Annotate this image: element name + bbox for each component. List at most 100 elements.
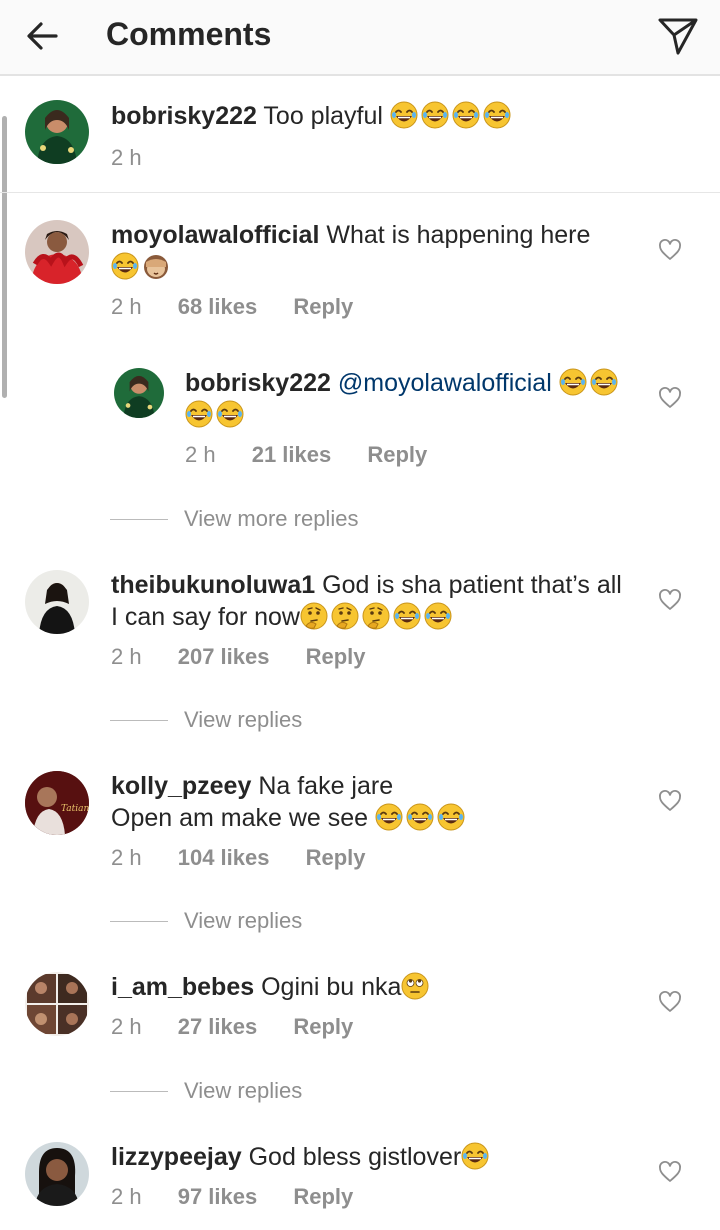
comment-meta: 2 h 21 likes Reply	[185, 441, 457, 469]
back-button[interactable]	[20, 14, 64, 58]
username[interactable]: bobrisky222	[111, 102, 257, 130]
username[interactable]: moyolawalofficial	[111, 221, 319, 249]
heart-icon[interactable]	[658, 386, 682, 410]
username[interactable]: lizzypeejay	[111, 1143, 242, 1171]
comment-body: i_am_bebes Ogini bu nka	[111, 971, 631, 1003]
joy-emoji-icon	[483, 101, 511, 129]
comment-text: What is happening here	[326, 221, 591, 249]
avatar[interactable]: Tatiana	[25, 771, 89, 835]
view-more-replies-label: View more replies	[184, 506, 359, 531]
comment-body: theibukunoluwa1 God is sha patient that’…	[111, 569, 631, 633]
page-title: Comments	[106, 16, 272, 52]
emoji-group	[300, 602, 455, 631]
heart-icon[interactable]	[658, 789, 682, 813]
avatar[interactable]	[25, 100, 89, 164]
joy-emoji-icon	[111, 252, 139, 280]
header-bar: Comments	[0, 0, 720, 76]
reply-button[interactable]: Reply	[293, 1014, 353, 1039]
reply-body: bobrisky222 @moyolawalofficial	[185, 367, 625, 431]
likes-count[interactable]: 207 likes	[178, 644, 270, 669]
timestamp: 2 h	[185, 442, 216, 467]
reply-button[interactable]: Reply	[367, 442, 427, 467]
likes-count[interactable]: 97 likes	[178, 1184, 258, 1209]
comment-meta: 2 h	[111, 144, 172, 172]
send-icon	[658, 18, 698, 55]
emoji-group	[390, 101, 514, 130]
username[interactable]: i_am_bebes	[111, 973, 254, 1001]
username[interactable]: bobrisky222	[185, 369, 331, 397]
avatar[interactable]	[114, 368, 164, 418]
comment-text: God bless gistlover	[248, 1143, 462, 1171]
comments-screen: Comments bobrisky222 Too playful 2 h moy…	[0, 0, 720, 1230]
likes-count[interactable]: 68 likes	[178, 294, 258, 319]
timestamp: 2 h	[111, 145, 142, 170]
comment-meta: 2 h 104 likes Reply	[111, 844, 396, 872]
joy-emoji-icon	[216, 400, 244, 428]
comment-text: Ogini bu nka	[261, 973, 402, 1001]
joy-emoji-icon	[437, 803, 465, 831]
comment-body: kolly_pzeey Na fake jare Open am make we…	[111, 770, 631, 834]
joy-emoji-icon	[406, 803, 434, 831]
thinking-emoji-icon	[300, 602, 328, 630]
joy-emoji-icon	[452, 101, 480, 129]
view-replies-button[interactable]: View replies	[110, 1076, 302, 1106]
view-replies-button[interactable]: View replies	[110, 705, 302, 735]
joy-emoji-icon	[393, 602, 421, 630]
timestamp: 2 h	[111, 1184, 142, 1209]
mention-link[interactable]: @moyolawalofficial	[338, 369, 552, 397]
svg-text:Tatiana: Tatiana	[61, 804, 89, 814]
view-replies-label: View replies	[184, 707, 303, 732]
reply-button[interactable]: Reply	[293, 1184, 353, 1209]
heart-icon[interactable]	[658, 1160, 682, 1184]
joy-emoji-icon	[421, 101, 449, 129]
likes-count[interactable]: 27 likes	[178, 1014, 258, 1039]
joy-emoji-icon	[461, 1142, 489, 1170]
see-no-evil-emoji-icon	[144, 255, 168, 279]
avatar[interactable]	[25, 570, 89, 634]
thinking-emoji-icon	[362, 602, 390, 630]
view-replies-button[interactable]: View replies	[110, 906, 302, 936]
emoji-group	[375, 803, 468, 832]
username[interactable]: kolly_pzeey	[111, 772, 251, 800]
reply-button[interactable]: Reply	[293, 294, 353, 319]
divider	[110, 1090, 168, 1092]
username[interactable]: theibukunoluwa1	[111, 571, 315, 599]
comment-text-line2: Open am make we see	[111, 804, 369, 832]
divider	[110, 719, 168, 721]
joy-emoji-icon	[590, 368, 618, 396]
arrow-left-icon	[27, 22, 58, 50]
joy-emoji-icon	[390, 101, 418, 129]
comment-meta: 2 h 207 likes Reply	[111, 643, 396, 671]
caption-body: bobrisky222 Too playful	[111, 100, 514, 132]
thinking-emoji-icon	[331, 602, 359, 630]
likes-count[interactable]: 21 likes	[252, 442, 332, 467]
timestamp: 2 h	[111, 644, 142, 669]
share-button[interactable]	[654, 12, 702, 60]
timestamp: 2 h	[111, 1014, 142, 1039]
comment-meta: 2 h 97 likes Reply	[111, 1183, 383, 1211]
divider	[110, 518, 168, 520]
joy-emoji-icon	[424, 602, 452, 630]
comment-body: moyolawalofficial What is happening here	[111, 219, 631, 283]
comment-body: lizzypeejay God bless gistlover	[111, 1141, 631, 1173]
joy-emoji-icon	[375, 803, 403, 831]
likes-count[interactable]: 104 likes	[178, 845, 270, 870]
heart-icon[interactable]	[658, 588, 682, 612]
view-more-replies-button[interactable]: View more replies	[110, 504, 358, 534]
reply-button[interactable]: Reply	[306, 845, 366, 870]
divider	[110, 920, 168, 922]
heart-icon[interactable]	[658, 238, 682, 262]
view-replies-label: View replies	[184, 1078, 303, 1103]
avatar[interactable]	[25, 972, 89, 1036]
reply-button[interactable]: Reply	[306, 644, 366, 669]
emoji-group	[461, 1142, 492, 1171]
comment-text: Na fake jare	[258, 772, 394, 800]
emoji-group	[111, 252, 173, 281]
comment-meta: 2 h 27 likes Reply	[111, 1013, 383, 1041]
avatar[interactable]	[25, 220, 89, 284]
timestamp: 2 h	[111, 845, 142, 870]
avatar[interactable]	[25, 1142, 89, 1206]
heart-icon[interactable]	[658, 990, 682, 1014]
joy-emoji-icon	[559, 368, 587, 396]
comment-meta: 2 h 68 likes Reply	[111, 293, 383, 321]
